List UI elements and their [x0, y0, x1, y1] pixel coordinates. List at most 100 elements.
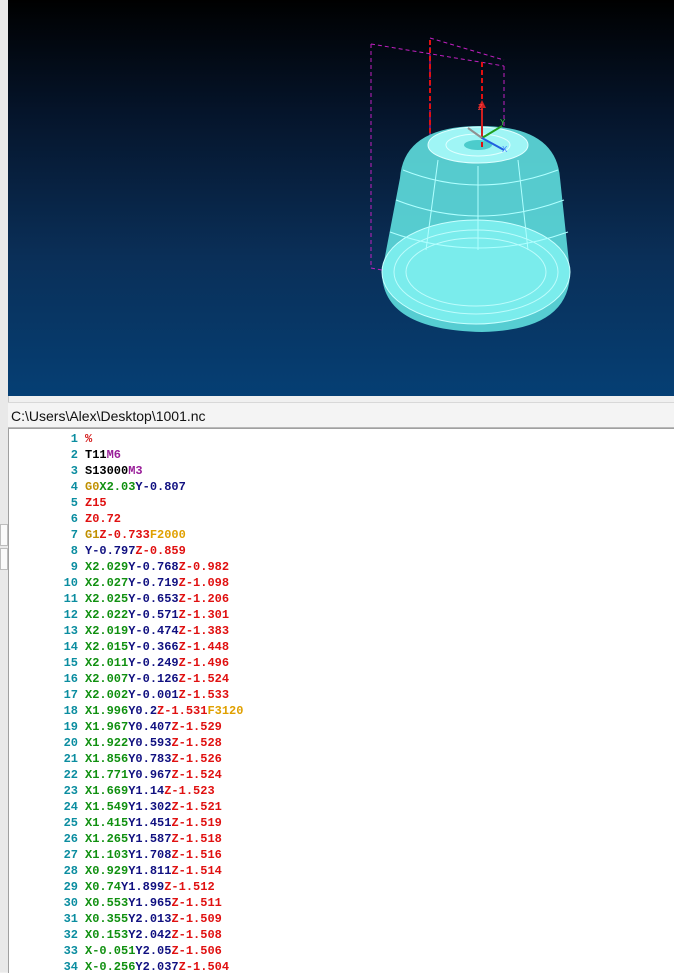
code-line[interactable]: 23 X1.669Y1.14Z-1.523 [9, 783, 674, 799]
code-line[interactable]: 5 Z15 [9, 495, 674, 511]
code-line[interactable]: 21 X1.856Y0.783Z-1.526 [9, 751, 674, 767]
gcode-token: X2.002 [85, 688, 129, 702]
gcode-token: Z-1.301 [178, 608, 230, 622]
code-line[interactable]: 15 X2.011Y-0.249Z-1.496 [9, 655, 674, 671]
gcode-token: Y1.587 [128, 832, 172, 846]
gcode-token: Y-0.001 [128, 688, 179, 702]
line-number: 18 [63, 704, 78, 718]
toolpath-canvas[interactable]: Z Y X [8, 0, 674, 396]
line-number: 17 [63, 688, 78, 702]
code-line[interactable]: 9 X2.029Y-0.768Z-0.982 [9, 559, 674, 575]
code-line[interactable]: 17 X2.002Y-0.001Z-1.533 [9, 687, 674, 703]
line-number: 30 [63, 896, 78, 910]
gcode-token: Y1.708 [128, 848, 172, 862]
gcode-token: X2.007 [85, 672, 129, 686]
code-line[interactable]: 13 X2.019Y-0.474Z-1.383 [9, 623, 674, 639]
line-number: 14 [63, 640, 78, 654]
code-line[interactable]: 28 X0.929Y1.811Z-1.514 [9, 863, 674, 879]
code-line[interactable]: 29 X0.74Y1.899Z-1.512 [9, 879, 674, 895]
code-line[interactable]: 10 X2.027Y-0.719Z-1.098 [9, 575, 674, 591]
3d-viewport[interactable]: Z Y X [8, 0, 674, 396]
splitter-handle[interactable] [0, 548, 8, 570]
gcode-token: Y1.451 [128, 816, 172, 830]
gcode-token: Z-1.496 [178, 656, 230, 670]
code-line[interactable]: 26 X1.265Y1.587Z-1.518 [9, 831, 674, 847]
line-number: 27 [63, 848, 78, 862]
gcode-token: Z-1.524 [178, 672, 230, 686]
line-number: 21 [63, 752, 78, 766]
gcode-token: Y0.2 [128, 704, 158, 718]
code-line[interactable]: 7 G1Z-0.733F2000 [9, 527, 674, 543]
gcode-token: X2.019 [85, 624, 129, 638]
code-line[interactable]: 27 X1.103Y1.708Z-1.516 [9, 847, 674, 863]
code-line[interactable]: 34 X-0.256Y2.037Z-1.504 [9, 959, 674, 973]
line-number: 2 [70, 448, 78, 462]
gcode-token: G1 [85, 528, 100, 542]
code-line[interactable]: 8 Y-0.797Z-0.859 [9, 543, 674, 559]
gcode-token: X0.153 [85, 928, 129, 942]
gcode-token: Y0.407 [128, 720, 172, 734]
gcode-token: Z0.72 [85, 512, 122, 526]
code-line[interactable]: 3 S13000M3 [9, 463, 674, 479]
code-line[interactable]: 20 X1.922Y0.593Z-1.528 [9, 735, 674, 751]
gcode-token: X0.929 [85, 864, 129, 878]
gcode-token: Z-1.509 [171, 912, 222, 926]
code-line[interactable]: 24 X1.549Y1.302Z-1.521 [9, 799, 674, 815]
gcode-token: Y-0.571 [128, 608, 179, 622]
code-line[interactable]: 16 X2.007Y-0.126Z-1.524 [9, 671, 674, 687]
gcode-token: Z-1.524 [171, 768, 222, 782]
gcode-token: Y2.042 [128, 928, 172, 942]
line-number: 20 [63, 736, 78, 750]
code-line[interactable]: 19 X1.967Y0.407Z-1.529 [9, 719, 674, 735]
code-line[interactable]: 22 X1.771Y0.967Z-1.524 [9, 767, 674, 783]
code-line[interactable]: 2 T11M6 [9, 447, 674, 463]
gcode-token: X0.553 [85, 896, 129, 910]
gcode-token: Z-1.512 [164, 880, 215, 894]
toolpath-body [381, 126, 571, 332]
line-number: 32 [63, 928, 78, 942]
splitter-handle[interactable] [0, 524, 8, 546]
line-number: 1 [70, 432, 78, 446]
code-line[interactable]: 32 X0.153Y2.042Z-1.508 [9, 927, 674, 943]
gcode-token: Z-1.511 [171, 896, 222, 910]
code-line[interactable]: 11 X2.025Y-0.653Z-1.206 [9, 591, 674, 607]
line-number: 29 [63, 880, 78, 894]
gcode-token: Z-1.206 [178, 592, 230, 606]
code-line[interactable]: 6 Z0.72 [9, 511, 674, 527]
code-line[interactable]: 4 G0X2.03Y-0.807 [9, 479, 674, 495]
gcode-token: Y1.14 [128, 784, 165, 798]
gcode-token: Y-0.474 [128, 624, 179, 638]
line-number: 15 [63, 656, 78, 670]
axis-label-x: X [502, 145, 508, 154]
code-line[interactable]: 12 X2.022Y-0.571Z-1.301 [9, 607, 674, 623]
gcode-token: Y-0.797 [85, 544, 136, 558]
gcode-editor[interactable]: 1% 2 T11M6 3 S13000M3 4 G0X2.03Y-0.807 5 Z15 6 Z0.… [8, 428, 674, 973]
file-path-label: C:\Users\Alex\Desktop\1001.nc [11, 408, 206, 424]
gcode-token: X2.015 [85, 640, 129, 654]
code-line[interactable]: 14 X2.015Y-0.366Z-1.448 [9, 639, 674, 655]
gcode-token: Y-0.126 [128, 672, 179, 686]
gcode-token: Y-0.768 [128, 560, 179, 574]
gcode-token: Z-1.519 [171, 816, 222, 830]
line-number: 11 [63, 592, 78, 606]
line-number: 31 [63, 912, 78, 926]
gcode-token: X1.967 [85, 720, 129, 734]
code-line[interactable]: 33 X-0.051Y2.05Z-1.506 [9, 943, 674, 959]
code-line[interactable]: 1% [9, 431, 674, 447]
gcode-token: X1.922 [85, 736, 129, 750]
code-line[interactable]: 25 X1.415Y1.451Z-1.519 [9, 815, 674, 831]
gcode-token: Z-1.523 [164, 784, 215, 798]
gcode-token: M6 [106, 448, 122, 462]
code-line[interactable]: 30 X0.553Y1.965Z-1.511 [9, 895, 674, 911]
gcode-token: Y-0.719 [128, 576, 179, 590]
code-line[interactable]: 31 X0.355Y2.013Z-1.509 [9, 911, 674, 927]
gcode-token: Y-0.366 [128, 640, 179, 654]
gcode-token: Z-1.098 [178, 576, 230, 590]
code-line[interactable]: 18 X1.996Y0.2Z-1.531F3120 [9, 703, 674, 719]
gcode-token: F3120 [207, 704, 244, 718]
line-number: 7 [70, 528, 78, 542]
gcode-token: Y-0.807 [135, 480, 186, 494]
gcode-token: Y2.037 [135, 960, 179, 973]
line-number: 26 [63, 832, 78, 846]
gcode-token: Y2.05 [135, 944, 172, 958]
